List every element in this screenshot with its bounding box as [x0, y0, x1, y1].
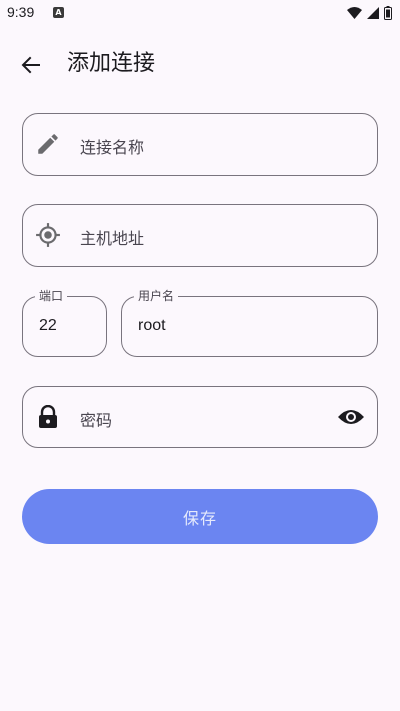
status-icons: [347, 6, 392, 20]
battery-icon: [384, 6, 392, 20]
wifi-icon: [347, 7, 362, 19]
password-placeholder: 密码: [80, 411, 113, 430]
username-value: root: [138, 317, 166, 334]
crosshair-icon-slot: [35, 222, 61, 248]
connection-name-field[interactable]: 连接名称: [22, 113, 378, 176]
app-notification-icon: A: [53, 7, 64, 18]
port-field[interactable]: 端口 22: [22, 289, 107, 357]
status-time: 9:39: [7, 4, 35, 20]
lock-icon: [39, 405, 57, 428]
arrow-back-icon: [21, 56, 40, 74]
app-bar: 添加连接: [0, 40, 400, 88]
host-field[interactable]: 主机地址: [22, 204, 378, 267]
password-field[interactable]: 密码: [22, 386, 378, 448]
username-label: 用户名: [134, 289, 179, 303]
host-placeholder: 主机地址: [80, 229, 145, 248]
signal-icon: [367, 7, 379, 19]
port-value: 22: [39, 317, 57, 334]
password-visibility-toggle[interactable]: [337, 404, 365, 430]
back-button[interactable]: [16, 50, 46, 80]
port-label: 端口: [35, 289, 68, 303]
pencil-icon: [38, 134, 58, 154]
eye-icon: [338, 410, 364, 424]
connection-name-placeholder: 连接名称: [80, 138, 145, 157]
save-button[interactable]: 保存: [22, 489, 378, 544]
status-bar: 9:39 A: [0, 0, 400, 28]
lock-icon-slot: [36, 405, 60, 429]
page-title: 添加连接: [67, 51, 156, 76]
save-button-label: 保存: [182, 508, 217, 528]
pencil-icon-slot: [35, 131, 61, 157]
crosshair-icon: [36, 223, 60, 247]
username-field[interactable]: 用户名 root: [121, 289, 378, 357]
